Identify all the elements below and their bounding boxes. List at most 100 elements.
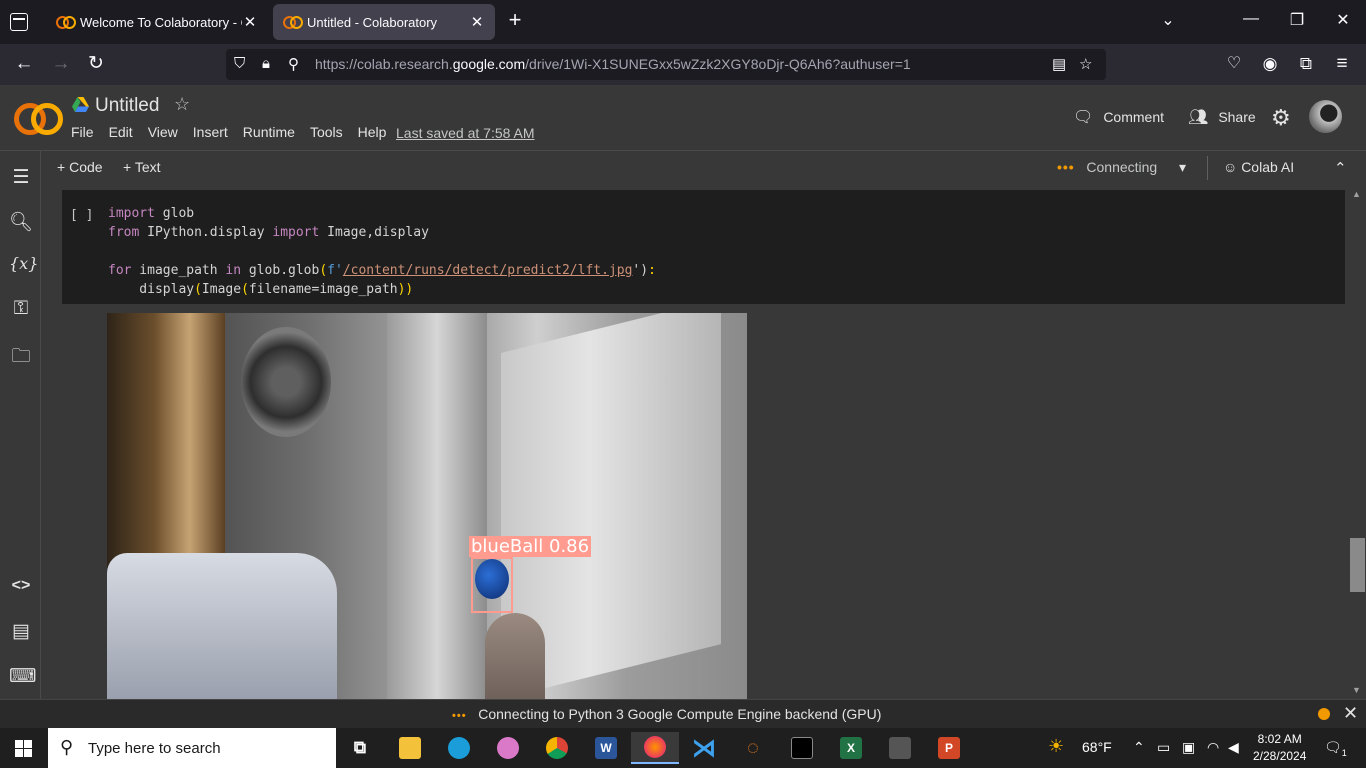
key-secrets-icon[interactable]: ⚿ [9,298,33,322]
weather-icon[interactable]: ☀ [1048,736,1064,757]
list-all-tabs-icon[interactable] [10,13,28,31]
browser-nav-bar: ← → ↻ ⛉ 🔒︎ ⚲ https://colab.research.goog… [0,44,1366,85]
notifications-icon[interactable]: 🗨︎1 [1324,739,1347,758]
menu-runtime[interactable]: Runtime [243,124,295,140]
add-code-button[interactable]: + Code [57,159,103,175]
search-icon[interactable]: 🔍︎ [9,210,33,234]
excel-icon[interactable]: X [827,732,875,764]
windows-start-icon[interactable] [15,740,32,757]
menu-tools[interactable]: Tools [310,124,343,140]
table-of-contents-icon[interactable]: ☰ [9,166,33,190]
meet-icon[interactable]: ▭ [1157,739,1170,756]
notebook-title[interactable]: Untitled [95,95,159,117]
close-status-icon[interactable]: ✕ [1343,703,1358,724]
minimize-icon[interactable]: — [1239,10,1263,28]
connecting-dots-icon: ••• [1057,159,1075,175]
bookmark-star-icon[interactable]: ☆ [1079,55,1092,73]
last-saved-link[interactable]: Last saved at 7:58 AM [396,125,535,141]
scroll-down-icon[interactable]: ▼ [1352,685,1361,695]
menu-insert[interactable]: Insert [193,124,228,140]
edge-icon[interactable] [435,732,483,764]
share-label: Share [1218,109,1256,125]
forward-arrow-icon[interactable]: → [49,53,73,77]
runtime-status[interactable]: ••• Connecting [1057,159,1157,175]
tab-untitled[interactable]: Untitled - Colaboratory ✕ [273,4,495,40]
settings-gear-icon[interactable]: ⚙ [1271,105,1291,131]
menu-view[interactable]: View [148,124,178,140]
code-cell[interactable]: [ ] import glob from IPython.display imp… [62,190,1345,304]
terminal-icon[interactable]: ⌨ [9,665,36,689]
avatar[interactable] [1309,100,1342,133]
chrome-icon[interactable] [533,732,581,764]
shield-icon[interactable]: ⛉ [234,55,245,72]
variables-icon[interactable]: {x} [9,254,38,278]
new-tab-icon[interactable]: + [503,9,527,33]
url-text[interactable]: https://colab.research.google.com/drive/… [315,56,911,72]
weather-temp[interactable]: 68°F [1082,739,1112,755]
volume-icon[interactable]: ◀︎ [1228,739,1239,756]
account-icon[interactable]: ◉ [1258,53,1282,77]
jupyter-icon[interactable]: ◌ [729,732,777,764]
battery-icon[interactable]: ▣ [1182,739,1195,756]
reload-icon[interactable]: ↻ [84,53,108,77]
collapse-header-icon[interactable]: ⌃ [1334,159,1347,177]
restore-icon[interactable]: ❐ [1285,10,1309,30]
taskbar-clock[interactable]: 8:02 AM 2/28/2024 [1253,731,1306,765]
chevron-down-icon[interactable]: ⌄ [1156,10,1180,30]
menu-file[interactable]: File [71,124,94,140]
app-window-icon[interactable] [876,732,924,764]
status-dots-icon: ••• [452,710,467,722]
code-snippets-icon[interactable]: <> [9,577,33,601]
extensions-icon[interactable]: ⧉ [1294,53,1318,77]
code-token: display [108,282,195,297]
close-window-icon[interactable]: ✕ [1331,10,1355,30]
hamburger-menu-icon[interactable]: ≡ [1330,53,1354,77]
notification-count: 1 [1341,747,1347,758]
star-icon[interactable]: ☆ [174,94,190,115]
close-tab-icon[interactable]: ✕ [242,13,258,31]
pocket-icon[interactable]: ♡ [1222,53,1246,77]
scrollbar-thumb[interactable] [1350,538,1365,592]
tab-welcome[interactable]: Welcome To Colaboratory - Col ✕ [46,4,268,40]
powerpoint-icon[interactable]: P [925,732,973,764]
reader-view-icon[interactable]: ▤ [1052,55,1066,73]
taskbar-search[interactable]: ⚲ Type here to search [48,728,336,768]
paint-icon[interactable] [484,732,532,764]
wifi-icon[interactable]: ◠ [1207,739,1219,756]
file-explorer-icon[interactable] [386,732,434,764]
add-text-button[interactable]: + Text [123,159,161,175]
terminal-app-icon[interactable] [778,732,826,764]
colab-favicon-icon [56,16,76,29]
task-view-icon[interactable]: ⧉ [336,732,384,764]
word-icon[interactable]: W [582,732,630,764]
scroll-up-icon[interactable]: ▲ [1352,189,1361,199]
menu-edit[interactable]: Edit [109,124,133,140]
colab-header: Untitled ☆ File Edit View Insert Runtime… [0,85,1366,151]
share-button[interactable]: 👥︎ Share [1188,107,1256,127]
files-folder-icon[interactable]: 🗀 [9,342,33,367]
toolbar-divider [1207,156,1208,180]
code-token: in [225,263,242,278]
url-prefix: https://colab.research. [315,56,453,72]
vertical-scrollbar[interactable]: ▲ ▼ [1349,185,1366,699]
colab-logo-icon[interactable] [14,101,63,135]
command-palette-icon[interactable]: ▤ [9,620,33,644]
close-tab-icon[interactable]: ✕ [469,13,485,31]
vscode-icon[interactable]: ⋊ [680,732,728,764]
code-editor[interactable]: import glob from IPython.display import … [108,204,656,299]
url-bar[interactable]: ⛉ 🔒︎ ⚲ https://colab.research.google.com… [226,49,1106,80]
browser-tab-bar: Welcome To Colaboratory - Col ✕ Untitled… [0,0,1366,44]
permissions-icon[interactable]: ⚲ [288,55,299,73]
add-text-label: Text [134,159,161,175]
comment-button[interactable]: 🗨︎ Comment [1073,107,1164,127]
runtime-dropdown-icon[interactable]: ▾ [1179,159,1186,176]
tray-overflow-icon[interactable]: ⌃ [1133,739,1145,756]
clock-date: 2/28/2024 [1253,749,1307,763]
menu-help[interactable]: Help [358,124,387,140]
firefox-icon[interactable] [631,732,679,764]
lock-icon[interactable]: 🔒︎ [262,55,270,72]
image-pillow [107,553,337,699]
colab-ai-button[interactable]: ☺ Colab AI [1223,159,1294,175]
back-arrow-icon[interactable]: ← [12,53,36,77]
run-cell-indicator[interactable]: [ ] [70,208,93,223]
